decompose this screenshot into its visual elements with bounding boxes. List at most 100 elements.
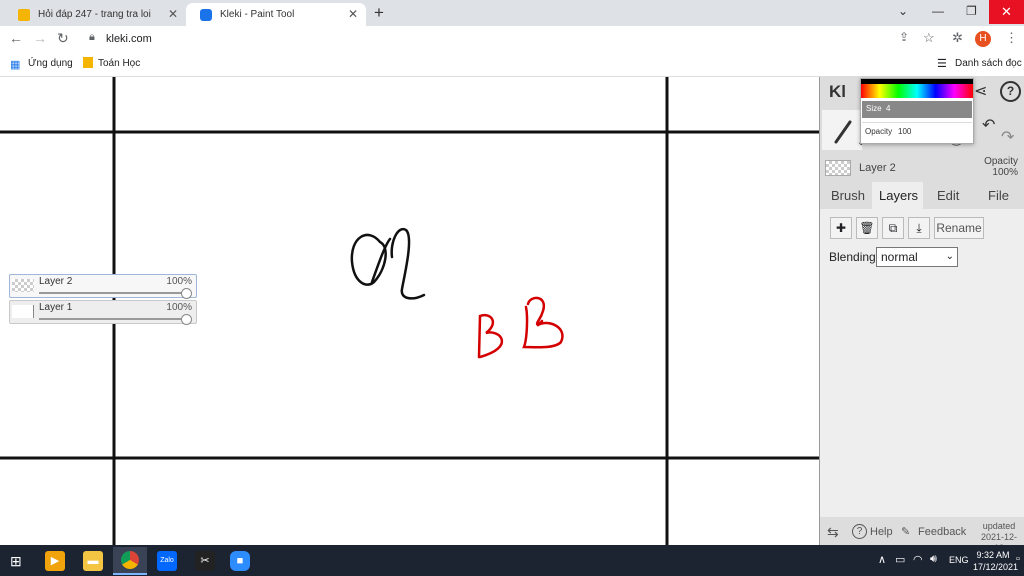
bookmarks-bar: ▦ Ứng dụng Toán Học ☰ Danh sách đọc <box>0 52 1024 77</box>
brush-icon <box>834 120 852 144</box>
layer-opacity: 100% <box>166 302 192 313</box>
tab-layers[interactable]: Layers <box>879 188 918 203</box>
layer-opacity-slider[interactable] <box>39 318 189 320</box>
layer-opacity: 100% <box>166 276 192 287</box>
brush-settings-popup[interactable]: Size 4 Opacity 100 <box>860 78 974 144</box>
black-letter-stroke <box>350 227 426 300</box>
media-player-icon[interactable]: ▶ <box>45 551 65 571</box>
chrome-taskbar-button[interactable] <box>113 547 147 575</box>
windows-start-icon[interactable]: ⊞ <box>10 553 22 570</box>
delete-layer-button[interactable]: 🗑︎ <box>856 217 878 239</box>
reading-list-link[interactable]: Danh sách đọc <box>955 58 1022 69</box>
notification-icon[interactable]: ▫ <box>1016 553 1020 565</box>
capcut-icon[interactable]: ✂ <box>195 551 215 571</box>
add-layer-button[interactable]: ✚ <box>830 217 852 239</box>
new-tab-button[interactable]: + <box>374 3 384 23</box>
kleki-logo[interactable]: Kl <box>829 82 846 102</box>
size-slider[interactable]: Size 4 <box>862 101 972 118</box>
help-circle-icon[interactable]: ? <box>1000 81 1021 102</box>
opacity-value: 100% <box>992 167 1018 178</box>
clock-date: 17/12/2021 <box>973 562 1019 572</box>
help-button[interactable]: Help <box>870 526 893 538</box>
wifi-icon[interactable]: ◠ <box>913 553 923 566</box>
bookmark-apps[interactable]: Ứng dụng <box>28 58 73 69</box>
tab-search-icon[interactable]: ⌄ <box>898 4 908 18</box>
current-layer-name: Layer 2 <box>859 162 896 174</box>
bookmark-toan-hoc[interactable]: Toán Học <box>98 58 140 69</box>
redo-icon[interactable]: ↷ <box>1001 127 1014 147</box>
tab-edit[interactable]: Edit <box>937 188 959 203</box>
back-icon[interactable]: ← <box>9 30 23 46</box>
layer-item-layer-1[interactable]: Layer 1 100% <box>9 300 197 325</box>
layer-opacity-handle[interactable] <box>181 314 192 325</box>
minimize-button[interactable]: — <box>932 4 944 18</box>
opacity-slider[interactable]: Opacity 100 <box>862 122 972 140</box>
blending-label: Blending <box>829 250 876 264</box>
toan-hoc-favicon-icon <box>83 57 93 68</box>
layer-name: Layer 2 <box>39 276 73 287</box>
opacity-label: Opacity <box>984 156 1018 167</box>
profile-avatar[interactable]: H <box>975 31 991 47</box>
extensions-icon[interactable]: ✲ <box>952 30 963 46</box>
current-layer-opacity: Opacity 100% <box>980 156 1018 178</box>
red-heart-strokes <box>477 296 564 359</box>
reload-icon[interactable]: ↻ <box>57 30 69 47</box>
file-explorer-icon[interactable]: ▬ <box>83 551 103 571</box>
swap-side-icon[interactable]: ⇆ <box>827 524 839 541</box>
brush-tool-button[interactable] <box>822 110 862 150</box>
reading-list-icon[interactable]: ☰ <box>937 57 947 70</box>
tab-kleki[interactable]: Kleki - Paint Tool ✕ <box>186 3 366 26</box>
clock[interactable]: 9:32 AM 17/12/2021 <box>973 549 1019 573</box>
updated-label: updated <box>982 521 1016 531</box>
volume-icon[interactable]: 🔊︎ <box>930 553 937 566</box>
size-label: Size <box>866 104 882 113</box>
lock-icon[interactable]: 🔒︎ <box>89 31 95 44</box>
tab-title: Hỏi đáp 247 - trang tra loi <box>38 9 151 20</box>
menu-icon[interactable]: ⋮ <box>1005 30 1018 46</box>
hoidap-favicon-icon <box>18 8 30 21</box>
blending-select[interactable]: normal ⌄ <box>876 247 958 267</box>
blending-value: normal <box>881 250 918 264</box>
chevron-down-icon: ⌄ <box>945 251 954 262</box>
opacity-value: 100 <box>898 127 912 136</box>
share-icon[interactable]: ⋖ <box>974 81 987 101</box>
opacity-label: Opacity <box>865 127 893 136</box>
feedback-button[interactable]: Feedback <box>918 526 966 538</box>
language-indicator[interactable]: ENG <box>949 555 969 565</box>
bookmark-star-icon[interactable]: ☆ <box>923 30 935 46</box>
forward-icon[interactable]: → <box>33 30 47 46</box>
clock-time: 9:32 AM <box>976 550 1010 560</box>
duplicate-layer-button[interactable]: ⧉ <box>882 217 904 239</box>
zoom-icon[interactable]: ■ <box>230 551 250 571</box>
merge-layer-button[interactable]: ⤓ <box>908 217 930 239</box>
layer-item-layer-2[interactable]: Layer 2 100% <box>9 274 197 299</box>
close-tab-icon[interactable]: ✕ <box>168 7 178 21</box>
restore-button[interactable]: ❐ <box>966 4 977 18</box>
battery-icon[interactable]: ▭ <box>895 553 905 566</box>
undo-icon[interactable]: ↶ <box>982 115 995 135</box>
address-bar[interactable]: 🔒︎ kleki.com <box>80 29 942 49</box>
zalo-icon[interactable]: Zalo <box>157 551 177 571</box>
tab-hoidap[interactable]: Hỏi đáp 247 - trang tra loi ✕ <box>4 3 186 26</box>
share-icon[interactable]: ⇪ <box>899 30 909 44</box>
layer-thumbnail <box>825 160 851 176</box>
layer-thumbnail <box>12 279 34 292</box>
apps-grid-icon[interactable]: ▦ <box>10 58 20 71</box>
layer-thumbnail <box>12 305 34 318</box>
tab-title: Kleki - Paint Tool <box>220 9 295 20</box>
tab-file[interactable]: File <box>988 188 1009 203</box>
layer-opacity-slider[interactable] <box>39 292 189 294</box>
layer-opacity-handle[interactable] <box>181 288 192 299</box>
url-text: kleki.com <box>106 33 152 45</box>
tray-chevron-up-icon[interactable]: ∧ <box>878 553 886 566</box>
hue-slider[interactable] <box>861 84 973 98</box>
close-tab-icon[interactable]: ✕ <box>348 7 358 21</box>
size-value: 4 <box>886 104 891 113</box>
close-window-button[interactable]: ✕ <box>989 0 1024 24</box>
kleki-favicon-icon <box>200 8 212 21</box>
feedback-icon: ✎ <box>901 526 911 538</box>
rename-button[interactable]: Rename <box>934 217 984 239</box>
windows-taskbar <box>0 545 1024 576</box>
tab-brush[interactable]: Brush <box>831 188 865 203</box>
chrome-icon <box>121 551 139 569</box>
